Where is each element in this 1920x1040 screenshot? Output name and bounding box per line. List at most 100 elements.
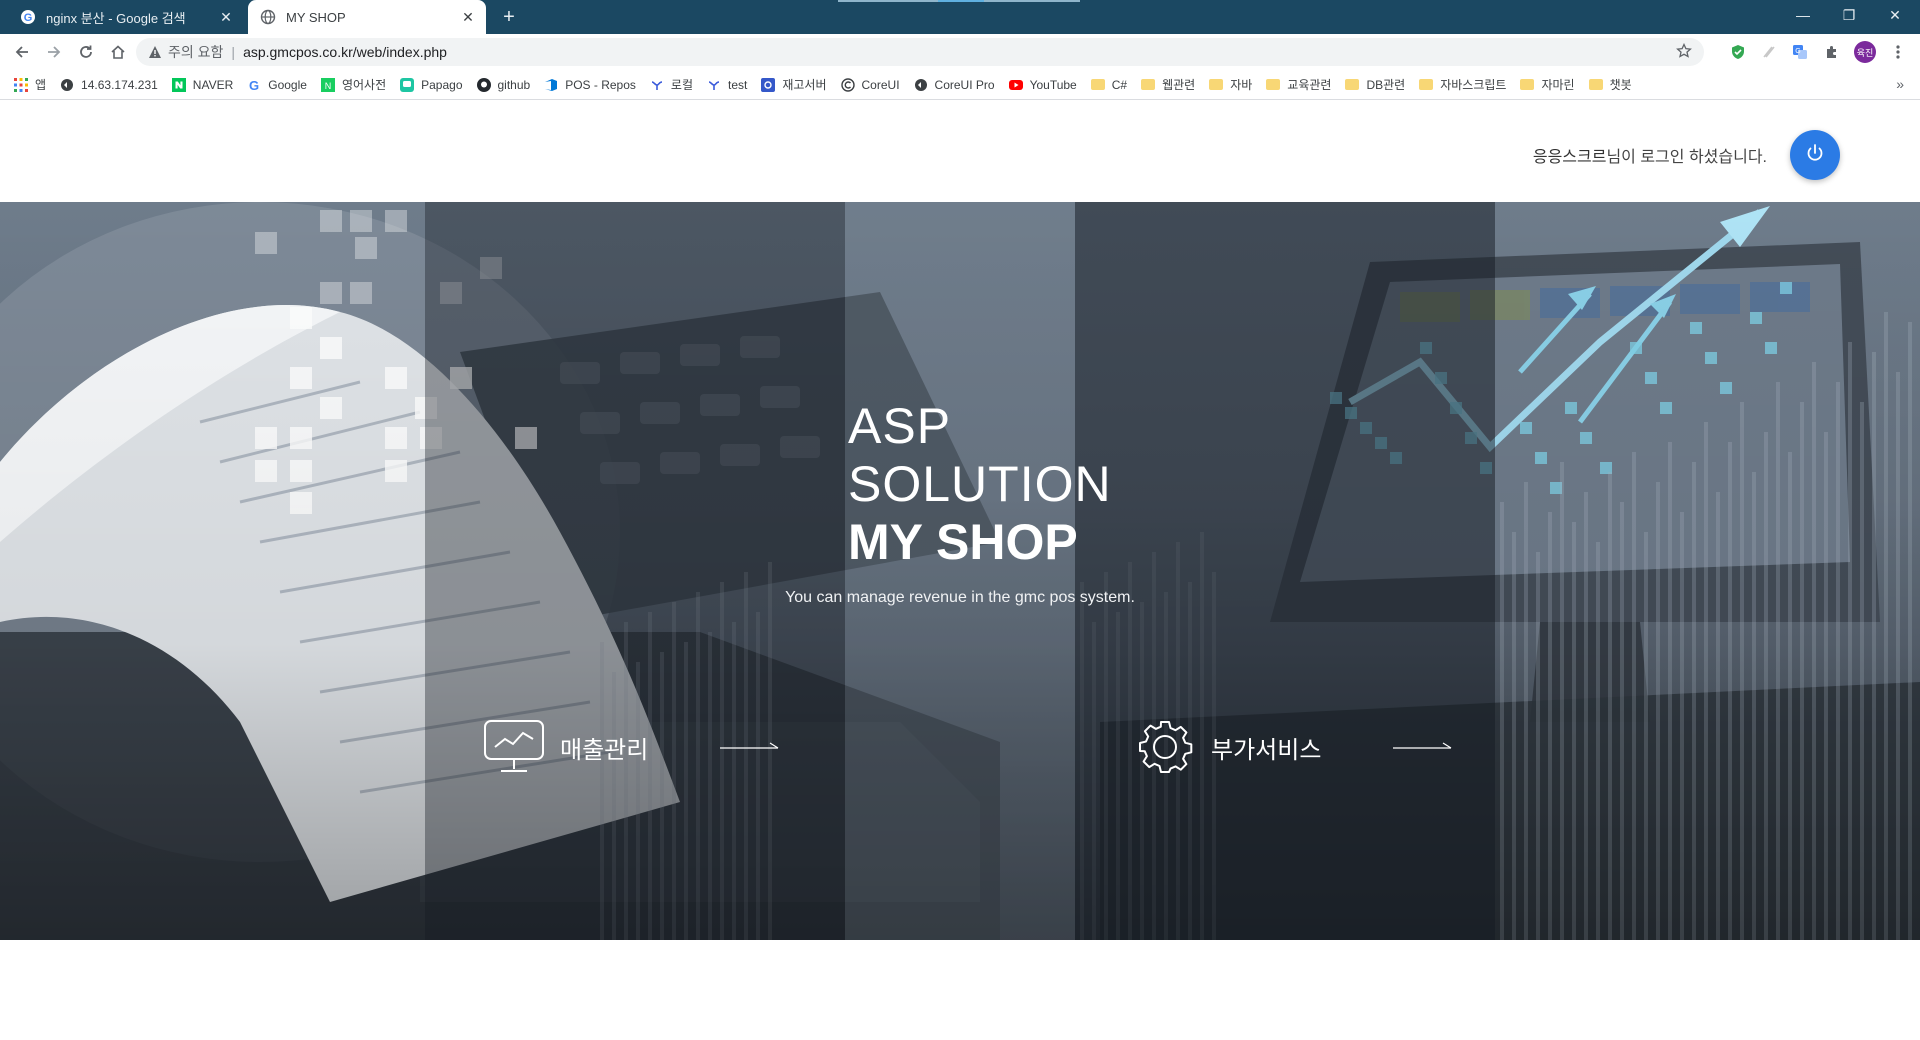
new-tab-button[interactable]: + [498,6,520,28]
bookmark-label: Google [268,77,307,92]
bookmark-youtube[interactable]: YouTube [1008,77,1077,92]
tab-strip-indicator [838,0,938,2]
bookmark-local[interactable]: 로컬 [650,76,693,93]
local-icon [707,78,721,92]
folder-icon [1345,78,1360,92]
globe-icon [260,9,276,25]
reload-icon[interactable] [74,40,98,64]
url-text[interactable]: asp.gmcpos.co.kr/web/index.php [243,44,447,60]
logout-power-button[interactable] [1790,130,1840,180]
bookmark-label: 챗봇 [1609,78,1632,92]
user-name: 응응스크르 [1532,149,1607,166]
hero-title-line2: SOLUTION [848,456,1112,512]
hero-title: ASP SOLUTION MY SHOP [848,397,1112,571]
bookmark-google[interactable]: G Google [247,78,307,92]
bookmark-label: Papago [421,77,463,92]
bookmarks-more-button[interactable]: » [1896,76,1904,92]
folder-icon [1266,78,1281,92]
tab-strip-indicator-active [938,0,984,2]
papago-icon [400,77,415,92]
bookmark-star-icon[interactable] [1676,42,1692,62]
minimize-icon[interactable]: — [1780,0,1826,30]
hero-title-line3: MY SHOP [848,514,1078,570]
bookmark-folder-chatbot[interactable]: 챗봇 [1588,76,1632,93]
bookmarks-bar: 앱 14.63.174.231 NAVER G Google N 영어사전 Pa… [0,70,1920,100]
hero-title-line1: ASP [848,398,952,454]
local-icon [650,78,664,92]
bookmark-github[interactable]: github [476,77,531,92]
bookmark-label: 앱 [35,78,47,92]
bookmark-label: CoreUI [861,77,900,92]
bookmark-apps[interactable]: 앱 [14,76,46,93]
bookmark-naver[interactable]: NAVER [171,77,233,92]
gear-icon [1133,717,1197,777]
home-icon[interactable] [106,40,130,64]
close-tab-icon[interactable]: ✕ [458,7,478,27]
tab-strip-indicator [984,0,1080,2]
bookmark-dictionary[interactable]: N 영어사전 [320,76,386,93]
bookmark-coreui-pro[interactable]: CoreUI Pro [914,78,995,92]
bookmark-pos-repos[interactable]: POS - Repos [544,78,636,92]
site-header: 응응스크르님이 로그인 하셨습니다. [0,101,1920,202]
pen-extension-icon[interactable] [1758,42,1778,62]
power-icon [1804,142,1826,169]
sales-management-link[interactable]: 매출관리 [482,717,780,777]
translate-extension-icon[interactable]: G [1790,42,1810,62]
bookmark-label: test [728,77,748,92]
bookmark-stock-server[interactable]: 재고서버 [761,76,827,93]
tab-my-shop[interactable]: MY SHOP ✕ [248,0,486,34]
address-separator: | [231,44,236,60]
azure-devops-icon [544,78,558,92]
bookmark-papago[interactable]: Papago [400,77,463,92]
svg-text:N: N [325,81,332,91]
overlay-band [1075,202,1495,940]
svg-text:G: G [249,78,259,92]
globe-icon [914,78,928,92]
tab-google-search[interactable]: G nginx 분산 - Google 검색 ✕ [8,0,244,34]
bookmark-folder-csharp[interactable]: C# [1090,77,1128,92]
overlay-band [845,202,1075,940]
back-arrow-icon[interactable] [10,40,34,64]
apps-grid-icon [14,77,28,92]
bookmark-label: C# [1111,77,1128,92]
bookmark-folder-web[interactable]: 웹관련 [1141,76,1195,93]
bookmark-folder-java[interactable]: 자바 [1209,76,1252,93]
monitor-chart-icon [482,717,546,777]
bookmark-folder-education[interactable]: 교육관련 [1266,76,1331,93]
more-vert-icon[interactable] [1888,42,1908,62]
bookmark-label: github [497,77,531,92]
bookmark-label: 로컬 [670,78,693,92]
bookmark-coreui[interactable]: CoreUI [840,77,900,92]
bookmark-folder-db[interactable]: DB관련 [1345,76,1405,93]
security-label: 주의 요함 [168,44,224,60]
restore-icon[interactable]: ❐ [1826,0,1872,30]
hero-subtitle: You can manage revenue in the gmc pos sy… [785,589,1135,606]
close-window-icon[interactable]: ✕ [1872,0,1918,30]
close-tab-icon[interactable]: ✕ [216,7,236,27]
coreui-icon [840,77,855,92]
youtube-icon [1008,78,1023,92]
dictionary-icon: N [320,77,335,92]
server-icon [761,77,776,92]
puzzle-extensions-icon[interactable] [1822,42,1842,62]
bookmark-label: POS - Repos [565,77,636,92]
additional-services-link[interactable]: 부가서비스 [1133,717,1453,777]
browser-tab-bar: G nginx 분산 - Google 검색 ✕ MY SHOP ✕ + — ❐… [0,0,1920,34]
bookmark-test[interactable]: test [707,78,747,92]
address-bar[interactable]: 주의 요함 | asp.gmcpos.co.kr/web/index.php [136,38,1704,66]
bookmark-ip[interactable]: 14.63.174.231 [60,78,158,92]
bookmark-folder-javascript[interactable]: 자바스크립트 [1419,76,1506,93]
folder-icon [1141,78,1156,92]
tab-title: nginx 분산 - Google 검색 [46,10,186,26]
bookmark-folder-xamarin[interactable]: 자마린 [1520,76,1575,93]
bookmark-label: DB관련 [1366,78,1406,92]
forward-arrow-icon[interactable] [42,40,66,64]
arrow-right-icon [1393,738,1453,756]
globe-icon [60,78,74,92]
warning-triangle-icon[interactable] [148,45,162,59]
bookmark-label: 자바 [1230,78,1253,92]
shield-extension-icon[interactable] [1728,42,1748,62]
profile-avatar[interactable]: 육진 [1854,41,1876,63]
arrow-right-icon [720,738,780,756]
bookmark-label: YouTube [1029,77,1077,92]
